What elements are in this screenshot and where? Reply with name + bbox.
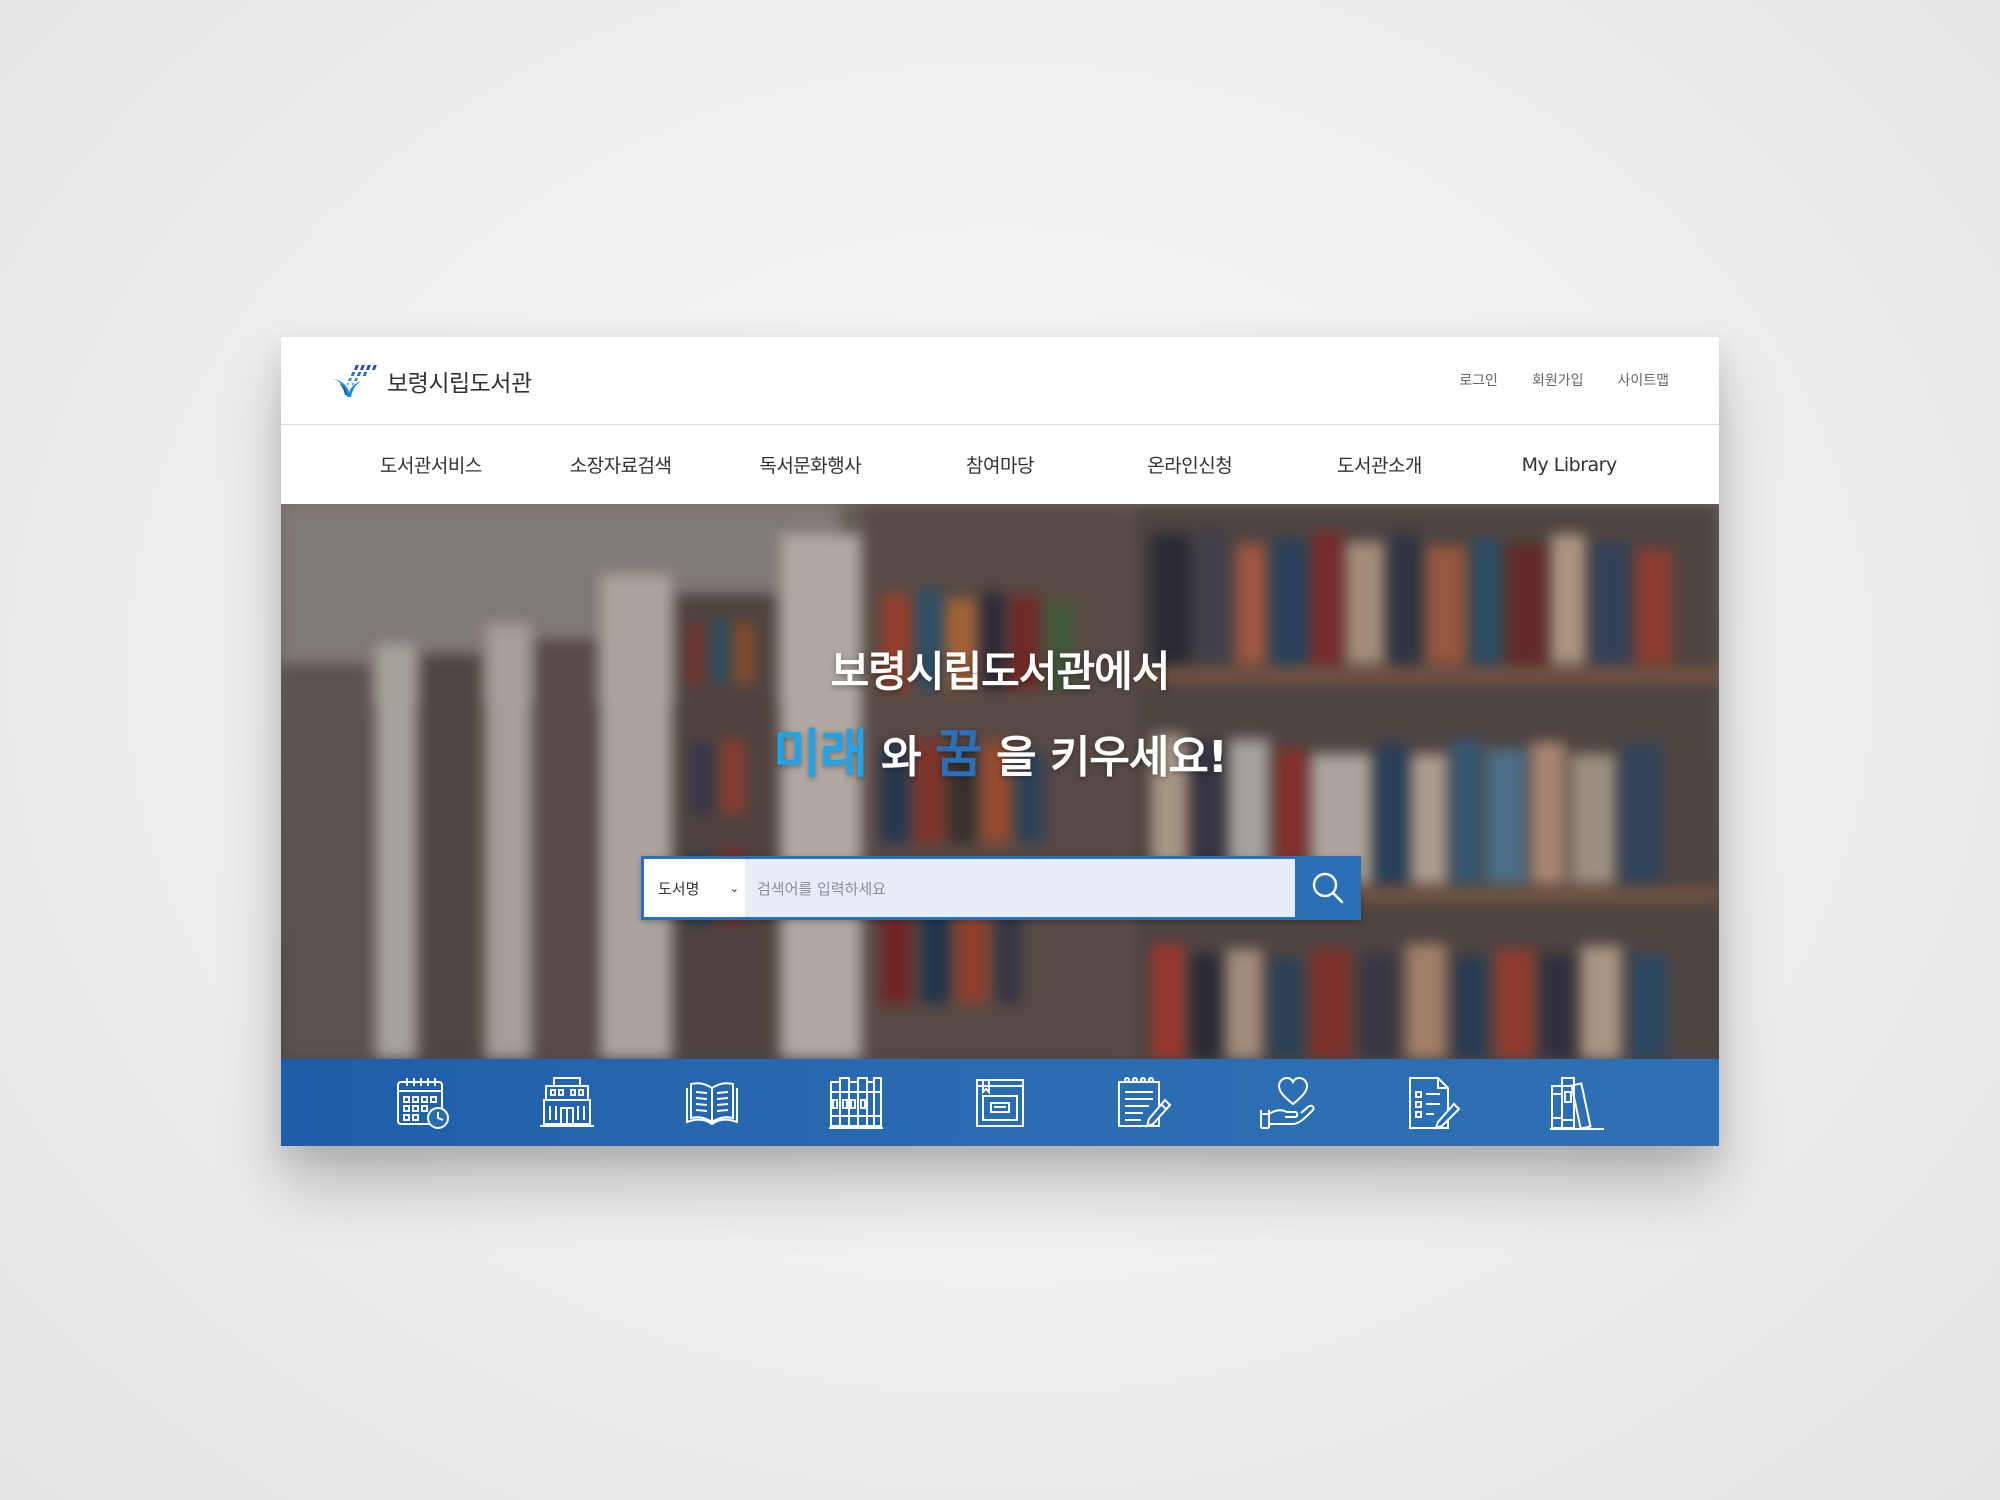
nav-item-about-library[interactable]: 도서관소개 (1285, 451, 1475, 478)
quick-item-books[interactable] (1505, 1074, 1649, 1132)
browser-frame: 보령시립도서관 로그인 회원가입 사이트맵 도서관서비스 소장자료검색 독서문화… (281, 337, 1719, 1146)
search-category-value: 도서명 (658, 879, 700, 898)
search-input[interactable]: 검색어를 입력하세요 (745, 856, 1295, 920)
utility-links: 로그인 회원가입 사이트맵 (1459, 370, 1669, 390)
hero-word-future: 미래 (773, 725, 868, 785)
hero-title: 보령시립도서관에서 (830, 647, 1171, 696)
quick-item-donation[interactable] (1216, 1074, 1360, 1132)
quick-item-library[interactable] (495, 1074, 639, 1132)
hero-sub-end: 을 키우세요! (981, 732, 1228, 783)
chevron-down-icon: ⌄ (729, 881, 739, 895)
bookshelf-icon (828, 1076, 883, 1129)
books-stack-icon (1549, 1076, 1604, 1130)
quick-item-notes[interactable] (1072, 1074, 1216, 1132)
logo-mark-icon (333, 365, 377, 397)
open-book-icon (685, 1081, 738, 1125)
quick-item-application[interactable] (1361, 1074, 1505, 1132)
search-bar: 도서명 ⌄ 검색어를 입력하세요 (641, 856, 1361, 920)
search-button[interactable] (1295, 856, 1361, 920)
hero-banner: 보령시립도서관에서 미래 와 꿈 을 키우세요! 도서명 ⌄ 검색어를 입력하세… (281, 504, 1719, 1059)
quick-item-book[interactable] (928, 1074, 1072, 1132)
quick-item-reading[interactable] (639, 1074, 783, 1132)
site-name: 보령시립도서관 (387, 371, 532, 397)
nav-item-online-application[interactable]: 온라인신청 (1095, 451, 1285, 478)
heart-hand-icon (1260, 1076, 1315, 1129)
site-logo[interactable]: 보령시립도서관 (331, 359, 532, 403)
library-building-icon (540, 1076, 595, 1127)
main-nav: 도서관서비스 소장자료검색 독서문화행사 참여마당 온라인신청 도서관소개 My… (281, 425, 1719, 504)
checklist-pencil-icon (1408, 1076, 1461, 1130)
nav-item-community[interactable]: 참여마당 (905, 451, 1095, 478)
sitemap-link[interactable]: 사이트맵 (1617, 370, 1669, 390)
join-link[interactable]: 회원가입 (1532, 370, 1584, 390)
nav-item-my-library[interactable]: My Library (1474, 454, 1664, 476)
quick-menu-bar (281, 1059, 1719, 1146)
notepad-pencil-icon (1118, 1076, 1172, 1128)
hero-word-dream: 꿈 (934, 725, 983, 785)
quick-item-calendar[interactable] (351, 1074, 495, 1132)
search-icon (1312, 872, 1344, 904)
nav-item-reading-events[interactable]: 독서문화행사 (715, 451, 905, 478)
nav-item-collection-search[interactable]: 소장자료검색 (526, 451, 716, 478)
book-cover-icon (975, 1078, 1024, 1127)
quick-item-bookshelf[interactable] (784, 1074, 928, 1132)
calendar-clock-icon (397, 1077, 450, 1129)
hero-sub-mid: 와 (866, 732, 935, 783)
nav-item-library-services[interactable]: 도서관서비스 (336, 451, 526, 478)
hero-subtitle: 미래 와 꿈 을 키우세요! (281, 712, 1719, 787)
search-category-select[interactable]: 도서명 ⌄ (641, 856, 745, 920)
login-link[interactable]: 로그인 (1459, 370, 1498, 390)
top-bar: 보령시립도서관 로그인 회원가입 사이트맵 (281, 337, 1719, 425)
